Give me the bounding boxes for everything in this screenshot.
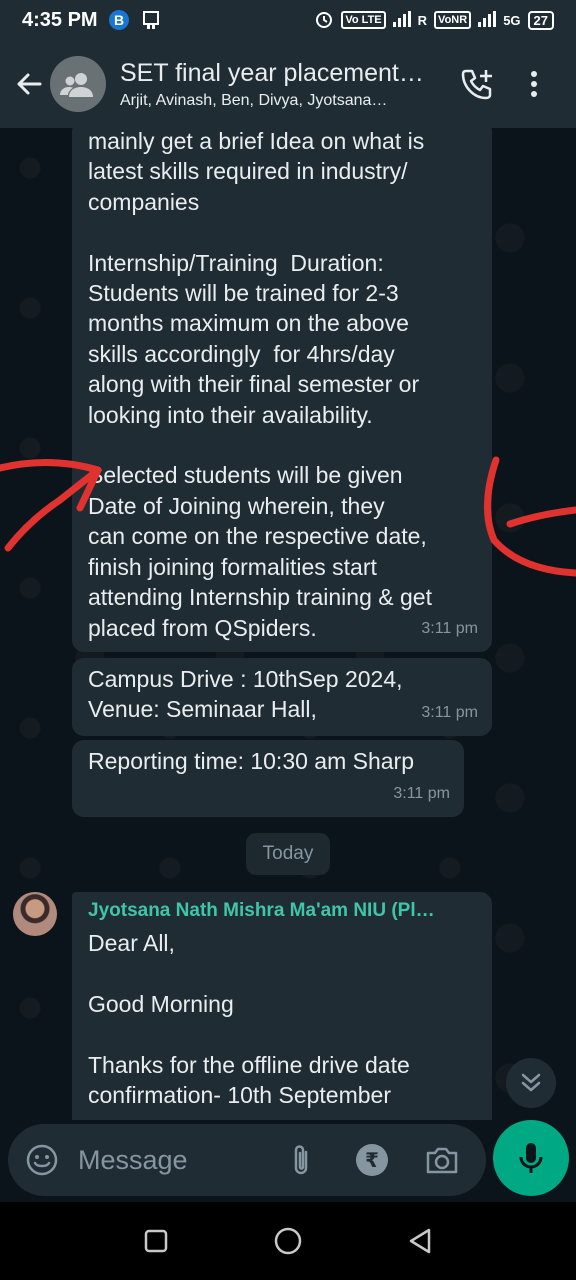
group-avatar[interactable] — [50, 56, 106, 112]
camera-icon — [426, 1147, 458, 1174]
more-options-button[interactable] — [514, 59, 554, 109]
emoji-button[interactable] — [24, 1142, 60, 1178]
scroll-to-bottom-button[interactable] — [506, 1058, 556, 1108]
group-icon — [60, 73, 93, 97]
microphone-icon — [519, 1143, 543, 1173]
voice-message-button[interactable] — [493, 1120, 569, 1196]
signal-icon-2 — [478, 10, 497, 30]
date-divider: Today — [246, 833, 330, 875]
add-call-button[interactable] — [452, 59, 502, 109]
group-members: Arjit, Avinash, Ben, Divya, Jyotsana… — [120, 92, 388, 109]
vonr-badge: VoNR — [434, 11, 472, 29]
chat-area[interactable]: mainly get a brief Idea on what is lates… — [0, 128, 576, 1120]
home-button[interactable] — [268, 1221, 308, 1261]
group-title: SET final year placement… — [120, 59, 424, 87]
battery-indicator: 27 — [527, 10, 554, 30]
attach-button[interactable] — [284, 1142, 320, 1178]
message-text: Campus Drive : 10thSep 2024, Venue: Semi… — [88, 666, 403, 723]
status-time: 4:35 PM — [22, 8, 98, 31]
incoming-message-bubble[interactable]: Jyotsana Nath Mishra Ma'am NIU (Pl… Dear… — [72, 892, 492, 1120]
kebab-menu-icon — [531, 71, 537, 97]
system-nav-bar — [0, 1202, 576, 1280]
message-time: 3:11 pm — [421, 619, 478, 637]
camera-button[interactable] — [424, 1142, 460, 1178]
chat-header: SET final year placement… Arjit, Avinash… — [0, 40, 576, 128]
arrow-left-icon — [17, 73, 42, 95]
message-bubble[interactable]: mainly get a brief Idea on what is lates… — [72, 128, 492, 652]
square-icon — [144, 1229, 168, 1253]
back-button[interactable] — [4, 54, 54, 114]
alarm-icon — [314, 9, 334, 32]
message-text: Reporting time: 10:30 am Sharp — [88, 748, 415, 774]
signal-icon — [392, 10, 411, 30]
message-text: mainly get a brief Idea on what is lates… — [88, 128, 432, 641]
sender-name[interactable]: Jyotsana Nath Mishra Ma'am NIU (Pl… — [88, 898, 478, 924]
message-text: Dear All, Good Morning Thanks for the of… — [88, 930, 410, 1109]
message-bubble[interactable]: Campus Drive : 10thSep 2024, Venue: Semi… — [72, 658, 492, 736]
b-circle-icon: B — [108, 9, 130, 31]
message-time: 3:11 pm — [393, 784, 450, 802]
emoji-icon — [26, 1144, 58, 1176]
recents-button[interactable] — [136, 1221, 176, 1261]
payment-button[interactable]: ₹ — [356, 1144, 388, 1176]
volte-badge: Vo LTE — [341, 11, 386, 29]
double-chevron-down-icon — [521, 1073, 541, 1092]
message-time: 3:11 pm — [421, 703, 478, 721]
network-type: 5G — [503, 12, 521, 28]
triangle-back-icon — [409, 1228, 431, 1254]
status-bar: 4:35 PM B Vo LTE R VoNR 5G 27 — [0, 0, 576, 40]
message-input[interactable] — [78, 1144, 278, 1176]
phone-plus-icon — [461, 69, 492, 100]
circle-icon — [274, 1227, 302, 1255]
message-composer: ₹ — [8, 1124, 486, 1196]
sender-avatar[interactable] — [13, 892, 57, 936]
header-text[interactable]: SET final year placement… Arjit, Avinash… — [120, 58, 442, 110]
input-bar: ₹ — [0, 1120, 576, 1202]
back-nav-button[interactable] — [400, 1221, 440, 1261]
paperclip-icon — [294, 1145, 308, 1175]
message-bubble[interactable]: Reporting time: 10:30 am Sharp 3:11 pm — [72, 740, 464, 817]
rupee-icon: ₹ — [365, 1149, 379, 1172]
sim-transfer-icon — [140, 9, 162, 31]
roaming-label: R — [417, 12, 428, 28]
svg-text:B: B — [114, 12, 124, 28]
